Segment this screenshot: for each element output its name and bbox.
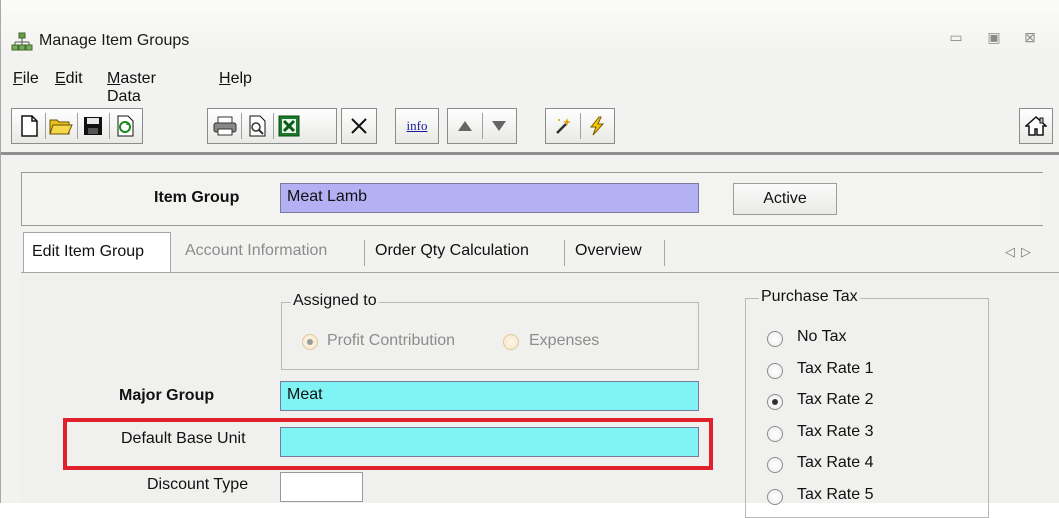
major-group-label: Major Group bbox=[119, 387, 215, 404]
radio-tax-rate-3[interactable] bbox=[767, 426, 783, 442]
title-bar: Manage Item Groups ▭ ▣ ⊠ bbox=[1, 0, 1059, 58]
toolbar-divider bbox=[1, 152, 1059, 155]
radio-tax-rate-1-label: Tax Rate 1 bbox=[797, 360, 874, 377]
radio-tax-rate-2[interactable] bbox=[767, 394, 783, 410]
tab-scroll-left-icon[interactable]: ◁ bbox=[1005, 244, 1021, 259]
purchase-tax-title: Purchase Tax bbox=[759, 288, 860, 306]
radio-tax-rate-1[interactable] bbox=[767, 363, 783, 379]
active-button[interactable]: Active bbox=[733, 183, 837, 215]
toolbar-group-tools bbox=[545, 108, 615, 144]
magic-wand-icon[interactable] bbox=[548, 111, 578, 141]
open-folder-icon[interactable] bbox=[46, 111, 76, 141]
assigned-to-title: Assigned to bbox=[291, 292, 379, 310]
radio-expenses[interactable] bbox=[503, 334, 519, 350]
radio-no-tax[interactable] bbox=[767, 331, 783, 347]
radio-profit-contribution[interactable] bbox=[302, 334, 318, 350]
item-group-input[interactable]: Meat Lamb bbox=[280, 183, 699, 213]
toolbar: info bbox=[1, 108, 1059, 148]
print-icon[interactable] bbox=[210, 111, 240, 141]
radio-expenses-label: Expenses bbox=[529, 332, 600, 349]
new-document-icon[interactable] bbox=[14, 111, 44, 141]
tab-order-qty-calculation[interactable]: Order Qty Calculation bbox=[367, 232, 537, 272]
tab-edit-item-group[interactable]: Edit Item Group bbox=[23, 232, 171, 272]
radio-no-tax-label: No Tax bbox=[797, 328, 847, 345]
window-title: Manage Item Groups bbox=[39, 32, 190, 49]
toolbar-group-home bbox=[1019, 108, 1053, 144]
menu-help[interactable]: Help bbox=[219, 70, 252, 88]
toolbar-group-print bbox=[207, 108, 337, 144]
arrow-up-icon[interactable] bbox=[450, 111, 480, 141]
toolbar-group-info: info bbox=[395, 108, 439, 144]
radio-tax-rate-3-label: Tax Rate 3 bbox=[797, 423, 874, 440]
toolbar-group-file bbox=[11, 108, 143, 144]
tab-scroll-right-icon[interactable]: ▷ bbox=[1021, 244, 1037, 259]
menu-file[interactable]: File bbox=[13, 70, 39, 88]
tab-scroll-arrows: ◁▷ bbox=[1005, 244, 1037, 260]
tab-overview[interactable]: Overview bbox=[567, 232, 650, 272]
save-icon[interactable] bbox=[78, 111, 108, 141]
lightning-icon[interactable] bbox=[582, 111, 612, 141]
menu-master-data[interactable]: Master Data bbox=[107, 70, 156, 106]
tab-account-information[interactable]: Account Information bbox=[177, 232, 335, 272]
arrow-down-icon[interactable] bbox=[484, 111, 514, 141]
discount-type-label: Discount Type bbox=[147, 476, 249, 493]
excel-export-icon[interactable] bbox=[274, 111, 304, 141]
radio-tax-rate-2-label: Tax Rate 2 bbox=[797, 391, 874, 408]
toolbar-group-delete bbox=[341, 108, 377, 144]
delete-icon[interactable] bbox=[344, 111, 374, 141]
refresh-icon[interactable] bbox=[110, 111, 140, 141]
radio-tax-rate-4-label: Tax Rate 4 bbox=[797, 454, 874, 471]
print-preview-icon[interactable] bbox=[242, 111, 272, 141]
manage-item-groups-window: Manage Item Groups ▭ ▣ ⊠ File Edit Maste… bbox=[0, 0, 1059, 518]
info-button[interactable]: info bbox=[402, 111, 432, 141]
menu-edit[interactable]: Edit bbox=[55, 70, 83, 88]
highlight-box bbox=[63, 418, 713, 470]
radio-profit-contribution-label: Profit Contribution bbox=[327, 332, 456, 349]
major-group-input[interactable]: Meat bbox=[280, 381, 699, 411]
minimize-icon[interactable]: ▭ bbox=[944, 26, 968, 48]
maximize-icon[interactable]: ▣ bbox=[982, 26, 1006, 48]
home-icon[interactable] bbox=[1021, 111, 1051, 141]
radio-tax-rate-5-label: Tax Rate 5 bbox=[797, 486, 874, 503]
hierarchy-icon bbox=[11, 32, 33, 54]
toolbar-group-navigate bbox=[447, 108, 517, 144]
item-group-label: Item Group bbox=[154, 189, 240, 206]
radio-tax-rate-4[interactable] bbox=[767, 457, 783, 473]
discount-type-input[interactable] bbox=[280, 472, 363, 502]
close-icon[interactable]: ⊠ bbox=[1018, 26, 1042, 48]
